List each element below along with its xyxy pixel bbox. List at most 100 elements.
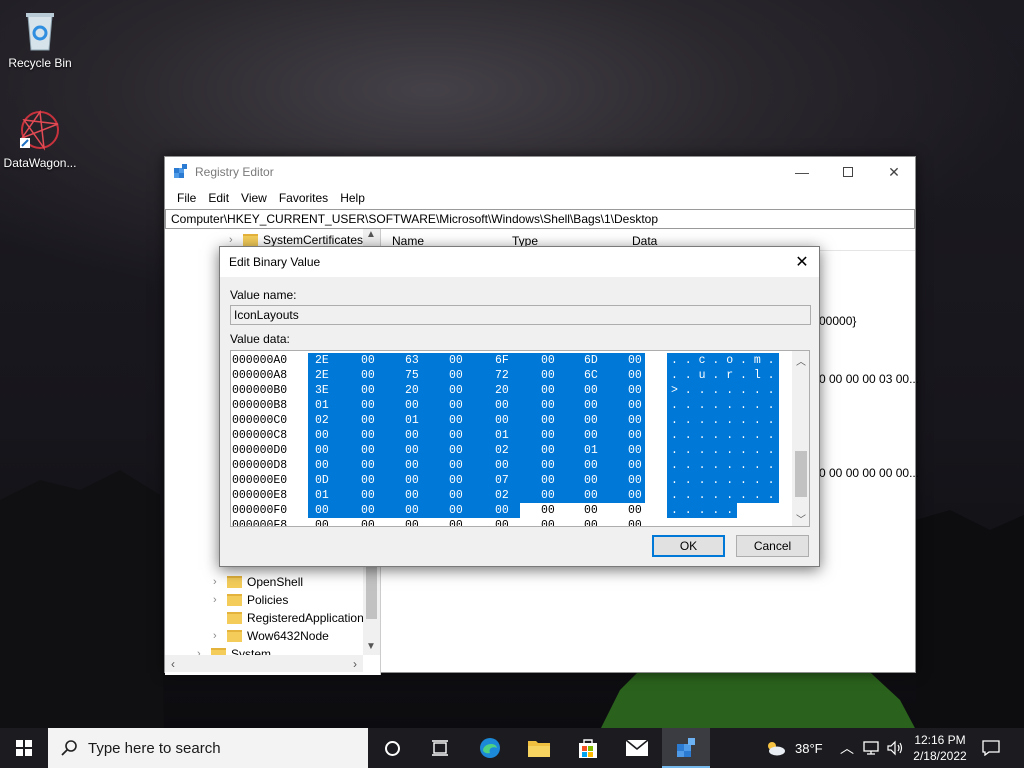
tree-scroll-thumb[interactable] xyxy=(366,559,377,619)
hex-byte[interactable]: 00 xyxy=(628,518,648,526)
hex-byte[interactable]: 00 xyxy=(315,428,335,443)
hex-byte[interactable]: 00 xyxy=(449,488,469,503)
hex-byte[interactable]: 00 xyxy=(361,368,381,383)
hex-byte[interactable]: 00 xyxy=(315,443,335,458)
hex-byte[interactable]: 00 xyxy=(584,473,604,488)
chevron-right-icon[interactable]: › xyxy=(213,630,227,642)
hex-row[interactable]: 000000A0 2E 00 63 00 6F 00 6D 00 . . c . o . m . xyxy=(231,353,791,368)
hex-byte[interactable]: 00 xyxy=(449,383,469,398)
hex-byte[interactable]: 00 xyxy=(449,443,469,458)
hex-byte[interactable]: 00 xyxy=(495,503,515,518)
hex-byte[interactable]: 00 xyxy=(361,443,381,458)
tree-item-registeredapplication[interactable]: RegisteredApplication xyxy=(213,609,364,627)
hex-byte[interactable]: 07 xyxy=(495,473,515,488)
desktop-icon-recycle-bin[interactable]: Recycle Bin xyxy=(0,8,80,70)
hex-byte[interactable]: 75 xyxy=(405,368,425,383)
hex-byte[interactable]: 3E xyxy=(315,383,335,398)
hex-byte[interactable]: 00 xyxy=(584,383,604,398)
hex-byte[interactable]: 00 xyxy=(541,368,561,383)
hex-byte[interactable]: 00 xyxy=(361,458,381,473)
hex-byte[interactable]: 02 xyxy=(315,413,335,428)
hex-byte[interactable]: 00 xyxy=(405,428,425,443)
hex-byte[interactable]: 01 xyxy=(584,443,604,458)
tree-item-wow6432node[interactable]: › Wow6432Node xyxy=(213,627,329,645)
hex-byte[interactable]: 00 xyxy=(405,443,425,458)
dialog-close-button[interactable]: ✕ xyxy=(785,247,819,277)
hex-byte[interactable]: 00 xyxy=(449,398,469,413)
taskbar-store[interactable] xyxy=(564,728,612,768)
hex-byte[interactable]: 00 xyxy=(541,473,561,488)
hex-byte[interactable]: 00 xyxy=(584,413,604,428)
start-button[interactable] xyxy=(0,728,48,768)
dialog-titlebar[interactable]: Edit Binary Value xyxy=(220,247,819,277)
desktop-icon-datawagon[interactable]: DataWagon... xyxy=(0,108,80,170)
hex-byte[interactable]: 01 xyxy=(405,413,425,428)
ascii-column[interactable]: . . c . o . m . xyxy=(671,353,775,368)
hex-row[interactable]: 000000B0 3E 00 20 00 20 00 00 00 > . . . . . . . xyxy=(231,383,791,398)
scroll-down-icon[interactable]: ﹀ xyxy=(796,511,806,526)
hex-row[interactable]: 000000B8 01 00 00 00 00 00 00 00 . . . . . . . . xyxy=(231,398,791,413)
clock[interactable]: 12:16 PM 2/18/2022 xyxy=(908,728,972,768)
hex-row[interactable]: 000000F8 00 00 00 00 00 00 00 00 xyxy=(231,518,791,526)
hex-byte[interactable]: 00 xyxy=(361,353,381,368)
tree-horizontal-scrollbar[interactable]: ‹ › xyxy=(165,655,363,672)
ascii-column[interactable]: . . . . . . . . xyxy=(671,458,775,473)
hex-byte[interactable]: 00 xyxy=(628,443,648,458)
close-button[interactable]: ✕ xyxy=(871,157,917,187)
ascii-column[interactable]: . . . . . . . . xyxy=(671,428,775,443)
hex-byte[interactable]: 00 xyxy=(628,383,648,398)
hex-byte[interactable]: 6D xyxy=(584,353,604,368)
hex-byte[interactable]: 01 xyxy=(315,398,335,413)
hex-byte[interactable]: 00 xyxy=(495,398,515,413)
hex-byte[interactable]: 0D xyxy=(315,473,335,488)
menu-help[interactable]: Help xyxy=(334,191,371,205)
hex-byte[interactable]: 6F xyxy=(495,353,515,368)
hex-byte[interactable]: 00 xyxy=(541,383,561,398)
value-name-field[interactable]: IconLayouts xyxy=(230,305,811,325)
taskbar-file-explorer[interactable] xyxy=(515,728,563,768)
scroll-left-icon[interactable]: ‹ xyxy=(171,657,175,671)
hex-byte[interactable]: 00 xyxy=(361,473,381,488)
hex-byte[interactable]: 20 xyxy=(495,383,515,398)
hex-scroll-thumb[interactable] xyxy=(795,451,807,497)
hex-byte[interactable]: 00 xyxy=(495,413,515,428)
hex-byte[interactable]: 00 xyxy=(405,458,425,473)
hex-byte[interactable]: 00 xyxy=(628,398,648,413)
ascii-column[interactable]: . . . . . . . . xyxy=(671,473,775,488)
hex-byte[interactable]: 00 xyxy=(628,368,648,383)
hex-byte[interactable]: 2E xyxy=(315,353,335,368)
hex-byte[interactable]: 00 xyxy=(495,458,515,473)
hex-byte[interactable]: 00 xyxy=(449,503,469,518)
hex-byte[interactable]: 00 xyxy=(541,353,561,368)
ascii-column[interactable]: . . . . . . . . xyxy=(671,413,775,428)
hex-row[interactable]: 000000D8 00 00 00 00 00 00 00 00 . . . . . . . . xyxy=(231,458,791,473)
hex-byte[interactable]: 00 xyxy=(541,413,561,428)
hex-byte[interactable]: 72 xyxy=(495,368,515,383)
hex-byte[interactable]: 00 xyxy=(361,383,381,398)
hex-row[interactable]: 000000F0 00 00 00 00 00 00 00 00 . . . . . . . . xyxy=(231,503,791,518)
hex-byte[interactable]: 00 xyxy=(584,428,604,443)
taskbar-registry-editor[interactable] xyxy=(662,728,710,768)
hex-byte[interactable]: 01 xyxy=(315,488,335,503)
hex-row[interactable]: 000000D0 00 00 00 00 02 00 01 00 . . . . . . . . xyxy=(231,443,791,458)
notification-center-button[interactable] xyxy=(982,728,1000,768)
task-view-cortana-button[interactable] xyxy=(368,728,416,768)
hex-row[interactable]: 000000C0 02 00 01 00 00 00 00 00 . . . . . . . . xyxy=(231,413,791,428)
tree-item-openshell[interactable]: › OpenShell xyxy=(213,573,303,591)
chevron-right-icon[interactable]: › xyxy=(213,594,227,606)
hex-byte[interactable]: 00 xyxy=(361,518,381,526)
hex-byte[interactable]: 02 xyxy=(495,488,515,503)
hex-byte[interactable]: 00 xyxy=(541,503,561,518)
hex-byte[interactable]: 00 xyxy=(405,518,425,526)
taskbar-search-box[interactable]: Type here to search xyxy=(48,728,368,768)
hex-byte[interactable]: 00 xyxy=(541,398,561,413)
cancel-button[interactable]: Cancel xyxy=(736,535,809,557)
hex-byte[interactable]: 00 xyxy=(449,353,469,368)
hex-byte[interactable]: 00 xyxy=(495,518,515,526)
hex-byte[interactable]: 6C xyxy=(584,368,604,383)
scroll-up-icon[interactable]: ︿ xyxy=(796,353,806,369)
hex-byte[interactable]: 00 xyxy=(541,488,561,503)
hex-byte[interactable]: 00 xyxy=(628,488,648,503)
hex-byte[interactable]: 00 xyxy=(361,398,381,413)
hex-byte[interactable]: 00 xyxy=(541,518,561,526)
